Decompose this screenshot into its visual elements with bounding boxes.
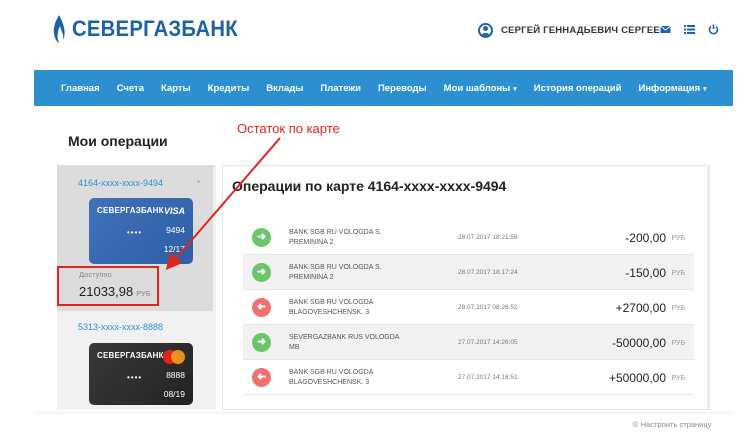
- mastercard-logo: [163, 350, 185, 364]
- customize-page-label: Настроить страницу: [640, 420, 712, 429]
- operation-row[interactable]: ➜ BANK SGB RU VOLOGDA S. PREMININA 2 28.0…: [243, 255, 694, 290]
- nav-item-transfers[interactable]: Переводы: [378, 83, 427, 94]
- card-image-visa[interactable]: СЕВЕРГАЗБАНК VISA •••• 9494 12/17: [89, 198, 193, 264]
- chevron-down-icon: ▾: [513, 85, 517, 93]
- main-nav: Главная Счета Карты Кредиты Вклады Плате…: [34, 70, 733, 106]
- operation-currency: РУБ: [671, 340, 685, 347]
- operation-date: 28.07.2017 18:21:58: [458, 234, 518, 241]
- user-name: СЕРГЕЙ ГЕННАДЬЕВИЧ СЕРГЕЕВ: [501, 25, 667, 36]
- operations-title: Операции по карте 4164-xxxx-xxxx-9494: [232, 178, 507, 194]
- operation-description: SEVERGAZBANK RUS VOLOGDA MB: [289, 334, 400, 351]
- nav-item-payments[interactable]: Платежи: [320, 83, 361, 94]
- user-profile[interactable]: СЕРГЕЙ ГЕННАДЬЕВИЧ СЕРГЕЕВ: [478, 23, 667, 38]
- flame-logo-icon: [53, 15, 65, 43]
- bank-name: СЕВЕРГАЗБАНК: [72, 16, 238, 41]
- card-image-mastercard[interactable]: СЕВЕРГАЗБАНК •••• 8888 08/19: [89, 343, 193, 405]
- operations-list: ➜ BANK SGB RU VOLOGDA S. PREMININA 2 28.0…: [243, 220, 694, 395]
- operation-row[interactable]: ➜ BANK SGB RU VOLOGDA BLAGOVESHCHENSK. 3 …: [243, 290, 694, 325]
- operation-description: BANK SGB RU VOLOGDA BLAGOVESHCHENSK. 3: [289, 369, 374, 386]
- arrow-left-icon: ➜: [252, 298, 271, 317]
- nav-item-templates-label: Мои шаблоны: [443, 82, 511, 94]
- card-expiry: 12/17: [163, 244, 185, 254]
- nav-item-home[interactable]: Главная: [61, 83, 100, 94]
- operation-date: 27.07.2017 14:26:05: [458, 339, 518, 346]
- operation-amount: -150,00: [625, 266, 666, 280]
- card-last4: 8888: [166, 370, 185, 380]
- card-expiry: 08/19: [163, 389, 185, 399]
- operation-amount: -50000,00: [611, 336, 666, 350]
- arrow-right-icon: ➜: [252, 263, 271, 282]
- card-mask: ••••: [127, 228, 143, 237]
- page-title: Мои операции: [68, 133, 168, 149]
- operation-date: 28.07.2017 18:17:24: [458, 269, 518, 276]
- visa-logo: VISA: [163, 206, 185, 216]
- nav-item-info[interactable]: Информация ▾: [638, 83, 706, 94]
- customize-page-link[interactable]: ⚙ Настроить страницу: [632, 420, 711, 429]
- header-actions: [660, 24, 719, 35]
- operation-currency: РУБ: [671, 305, 685, 312]
- operation-row[interactable]: ➜ BANK SGB RU VOLOGDA S. PREMININA 2 28.0…: [243, 220, 694, 255]
- arrow-right-icon: ➜: [252, 228, 271, 247]
- operation-date: 27.07.2017 14:16:51: [458, 374, 518, 381]
- card-mask: ••••: [127, 373, 143, 382]
- operation-row[interactable]: ➜ BANK SGB RU VOLOGDA BLAGOVESHCHENSK. 3 …: [243, 360, 694, 395]
- nav-item-deposits[interactable]: Вклады: [266, 83, 303, 94]
- nav-item-history[interactable]: История операций: [534, 83, 622, 94]
- annotation-highlight-box: [57, 266, 159, 306]
- card-bank-logo: СЕВЕРГАЗБАНК: [97, 351, 164, 360]
- operation-currency: РУБ: [671, 375, 685, 382]
- bank-logo[interactable]: СЕВЕРГАЗБАНК: [52, 14, 252, 44]
- card-last4: 9494: [166, 225, 185, 235]
- operation-currency: РУБ: [671, 235, 685, 242]
- operation-date: 28.07.2017 08:26:52: [458, 304, 518, 311]
- nav-item-accounts[interactable]: Счета: [117, 83, 144, 94]
- user-icon: [478, 23, 493, 38]
- operation-description: BANK SGB RU VOLOGDA S. PREMININA 2: [289, 229, 382, 246]
- operation-currency: РУБ: [671, 270, 685, 277]
- operation-row[interactable]: ➜ SEVERGAZBANK RUS VOLOGDA MB 27.07.2017 …: [243, 325, 694, 360]
- nav-item-credits[interactable]: Кредиты: [208, 83, 250, 94]
- nav-item-templates[interactable]: Мои шаблоны ▾: [444, 83, 517, 94]
- nav-item-cards[interactable]: Карты: [161, 83, 191, 94]
- panel-scrollbar[interactable]: [707, 165, 710, 410]
- operation-description: BANK SGB RU VOLOGDA S. PREMININA 2: [289, 264, 382, 281]
- card-number[interactable]: 5313-xxxx-xxxx-8888: [78, 322, 163, 332]
- bank-page: СЕВЕРГАЗБАНК СЕРГЕЙ ГЕННАДЬЕВИЧ СЕРГЕЕВ …: [0, 0, 743, 448]
- card-bank-logo: СЕВЕРГАЗБАНК: [97, 206, 164, 215]
- footer-divider: [34, 412, 733, 413]
- card-number[interactable]: 4164-xxxx-xxxx-9494: [78, 178, 163, 188]
- arrow-left-icon: ➜: [252, 368, 271, 387]
- operation-amount: -200,00: [625, 231, 666, 245]
- arrow-right-icon: ➜: [252, 333, 271, 352]
- operation-description: BANK SGB RU VOLOGDA BLAGOVESHCHENSK. 3: [289, 299, 374, 316]
- mail-icon[interactable]: [660, 24, 671, 35]
- power-icon[interactable]: [708, 24, 719, 35]
- annotation-label: Остаток по карте: [237, 121, 340, 136]
- operation-amount: +2700,00: [615, 301, 666, 315]
- list-icon[interactable]: [684, 24, 695, 35]
- chevron-down-icon: ▾: [703, 85, 707, 93]
- gear-icon: ⚙: [632, 420, 639, 429]
- operation-amount: +50000,00: [608, 371, 666, 385]
- nav-item-info-label: Информация: [638, 82, 701, 94]
- card-indicator-dot: [197, 180, 200, 183]
